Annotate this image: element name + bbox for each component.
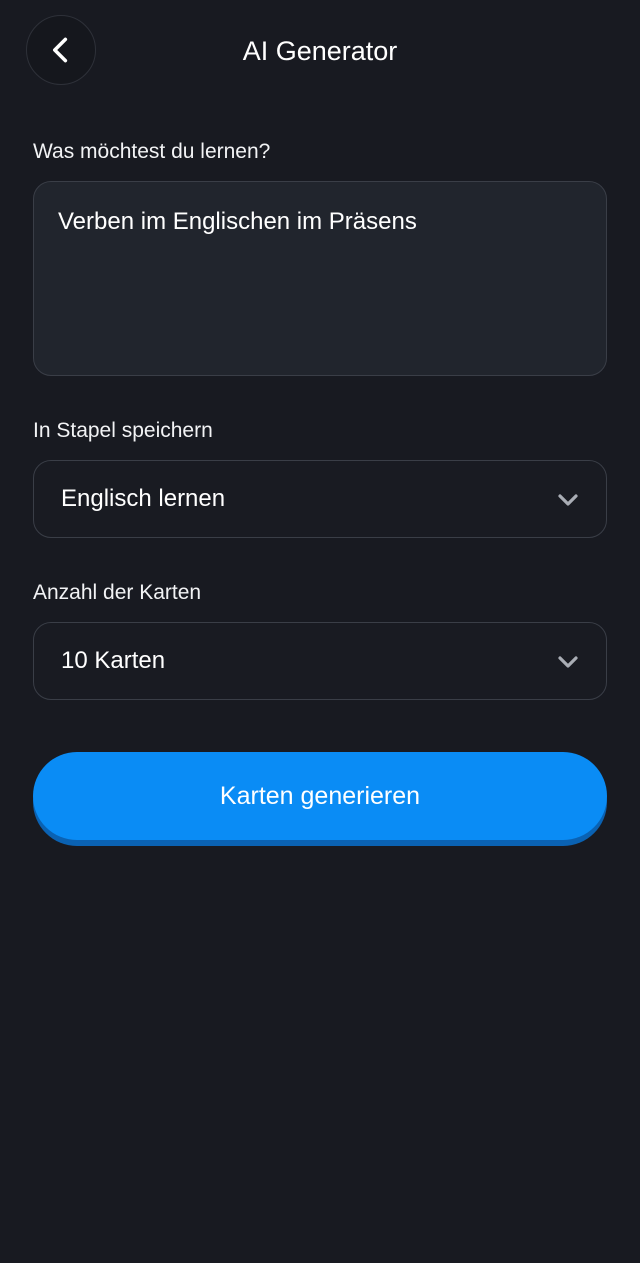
generate-cards-button[interactable]: Karten generieren [33,752,607,840]
deck-label: In Stapel speichern [33,419,213,442]
deck-select-value: Englisch lernen [61,485,226,512]
page-title: AI Generator [242,36,398,66]
header: AI Generator [0,0,640,102]
deck-select[interactable]: Englisch lernen [33,460,607,538]
chevron-down-icon [558,494,578,506]
topic-input[interactable]: Verben im Englischen im Präsens [33,181,607,376]
count-select[interactable]: 10 Karten [33,622,607,700]
chevron-down-icon [558,656,578,668]
topic-label: Was möchtest du lernen? [33,140,271,163]
count-label: Anzahl der Karten [33,581,202,604]
count-select-value: 10 Karten [61,647,166,674]
